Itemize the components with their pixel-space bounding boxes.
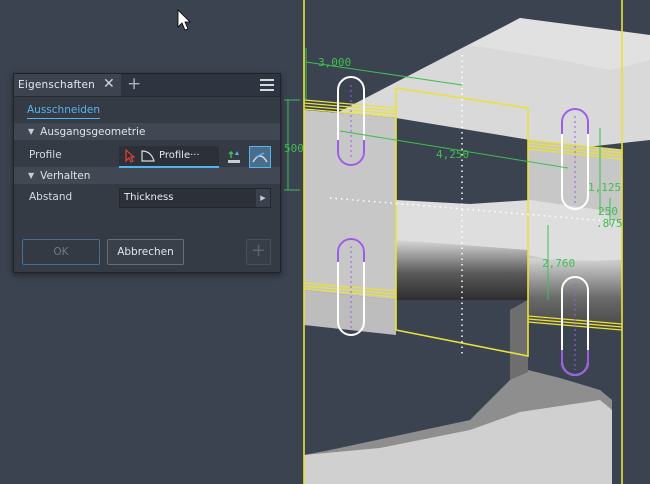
lower-web [510, 300, 528, 380]
distance-dropdown[interactable]: Thickness ▶ [119, 188, 271, 208]
collapse-triangle-icon: ▼ [28, 127, 35, 136]
menu-icon[interactable] [260, 79, 274, 91]
apply-plus-button[interactable]: + [246, 239, 271, 265]
distance-row: Abstand Thickness ▶ [14, 184, 280, 214]
section-title: Ausgangsgeometrie [40, 125, 146, 138]
dropdown-arrow-icon: ▶ [256, 189, 270, 207]
flip-direction-icon[interactable] [225, 146, 245, 166]
dimension-4250[interactable]: 4,250 [436, 148, 469, 161]
profile-label: Profile [29, 149, 62, 161]
lower-flange [304, 400, 612, 484]
distance-label: Abstand [29, 191, 73, 203]
panel-titlebar: Eigenschaften ✕ + [14, 74, 280, 97]
mouse-cursor-icon [177, 9, 191, 31]
section-ausgangsgeometrie[interactable]: ▼ Ausgangsgeometrie [14, 123, 280, 140]
ok-button[interactable]: OK [22, 239, 100, 265]
collapse-triangle-icon: ▼ [28, 171, 35, 180]
add-tab-icon[interactable]: + [127, 74, 141, 94]
profile-value: Profile··· [159, 150, 200, 161]
dimension-2760[interactable]: 2,760 [542, 257, 575, 270]
section-title: Verhalten [40, 169, 91, 182]
wall-face [304, 110, 396, 300]
cancel-button[interactable]: Abbrechen [107, 239, 184, 265]
profile-shape-icon [141, 150, 155, 162]
dimension-500[interactable]: 500 [284, 142, 304, 155]
dimension-875[interactable]: .875 [596, 217, 623, 230]
distance-value: Thickness [124, 192, 174, 203]
tab-eigenschaften[interactable]: Eigenschaften ✕ [14, 74, 121, 96]
profile-row: Profile Profile··· [14, 140, 280, 170]
dimension-3000[interactable]: 3,000 [318, 56, 351, 69]
profile-selector[interactable]: Profile··· [119, 146, 219, 168]
subtab-row: Ausschneiden [14, 97, 280, 123]
tab-title: Eigenschaften [18, 79, 96, 91]
cut-across-bend-icon[interactable] [249, 146, 271, 168]
close-icon[interactable]: ✕ [103, 76, 115, 92]
select-arrow-icon [125, 149, 135, 163]
properties-panel: Eigenschaften ✕ + Ausschneiden ▼ Ausgang… [13, 73, 281, 273]
dimension-1125[interactable]: 1,125 [588, 181, 621, 194]
tab-ausschneiden[interactable]: Ausschneiden [27, 104, 101, 119]
